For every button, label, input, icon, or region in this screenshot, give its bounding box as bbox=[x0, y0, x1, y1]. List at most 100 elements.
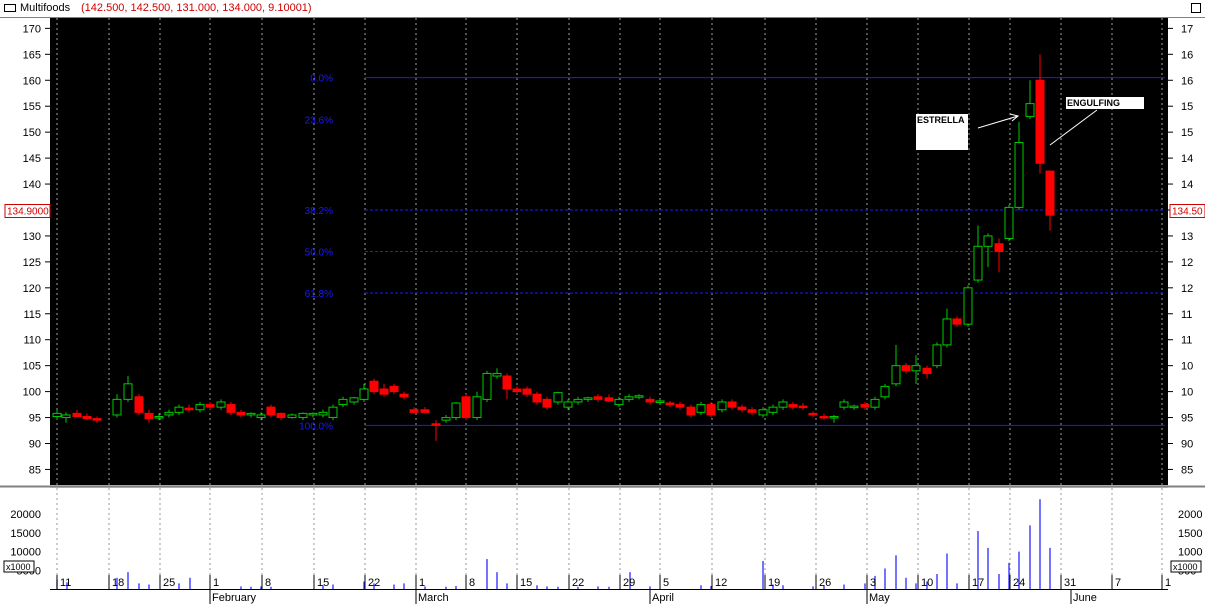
candle-body-12 bbox=[184, 407, 194, 411]
candle-body-57 bbox=[645, 398, 655, 403]
candle-body-4 bbox=[92, 418, 102, 421]
day-tick-label-4: 8 bbox=[265, 577, 271, 589]
candle-body-88 bbox=[963, 287, 973, 325]
candle-body-71 bbox=[788, 404, 798, 408]
candle-body-38 bbox=[451, 402, 461, 419]
price-tick-right-3: 10 bbox=[1181, 387, 1193, 399]
candle-body-91 bbox=[994, 243, 1004, 252]
annotation-engulfing: ENGULFING bbox=[1067, 98, 1120, 108]
price-tick-left-17: 170 bbox=[23, 23, 41, 35]
day-tick-label-0: 11 bbox=[60, 577, 71, 589]
price-tick-left-6: 115 bbox=[23, 309, 41, 321]
symbol-name: Multifoods bbox=[20, 2, 71, 14]
price-tick-left-2: 95 bbox=[29, 413, 41, 425]
price-tick-left-12: 145 bbox=[23, 153, 41, 165]
candle-body-16 bbox=[226, 404, 236, 413]
day-tick-label-17: 10 bbox=[921, 577, 933, 589]
candle-body-92 bbox=[1004, 206, 1014, 240]
day-tick-label-12: 5 bbox=[663, 577, 669, 589]
price-tick-right-16: 16 bbox=[1181, 49, 1193, 61]
candle-body-77 bbox=[849, 405, 859, 409]
candle-body-62 bbox=[696, 404, 706, 413]
price-tick-left-1: 90 bbox=[29, 438, 41, 450]
candle-body-52 bbox=[593, 396, 603, 400]
candle-body-83 bbox=[911, 365, 921, 372]
candle-body-59 bbox=[665, 402, 675, 406]
candle-body-14 bbox=[205, 404, 215, 408]
month-tick-label-4: June bbox=[1073, 592, 1097, 604]
candle-body-1 bbox=[61, 414, 71, 419]
fib-label-1: 23.6% bbox=[305, 116, 333, 127]
candle-body-34 bbox=[409, 409, 419, 413]
price-tick-left-8: 125 bbox=[23, 257, 41, 269]
candle-body-15 bbox=[216, 401, 226, 408]
volume-tick-left-0: 20000 bbox=[10, 509, 41, 521]
day-tick-label-14: 19 bbox=[768, 577, 780, 589]
price-tick-right-1: 90 bbox=[1181, 438, 1193, 450]
day-tick-label-20: 31 bbox=[1064, 577, 1076, 589]
day-tick-label-11: 29 bbox=[623, 577, 635, 589]
candle-body-30 bbox=[369, 380, 379, 393]
candle-body-84 bbox=[922, 367, 932, 374]
candle-body-58 bbox=[655, 400, 665, 403]
candle-body-96 bbox=[1045, 170, 1055, 216]
candle-body-37 bbox=[441, 417, 451, 421]
price-tick-right-12: 14 bbox=[1181, 153, 1193, 165]
day-tick-label-7: 1 bbox=[419, 577, 425, 589]
candle-body-44 bbox=[512, 388, 522, 393]
candle-body-63 bbox=[706, 404, 716, 416]
candle-body-65 bbox=[727, 401, 737, 408]
candle-body-5 bbox=[112, 398, 122, 416]
candle-body-6 bbox=[123, 383, 133, 400]
candle-body-78 bbox=[860, 404, 870, 408]
price-tick-right-9: 13 bbox=[1181, 231, 1193, 243]
stock-chart[interactable]: 0.0%23.6%38.2%50.0%61.8%100.0% 85 8590 909… bbox=[0, 18, 1205, 604]
fib-label-5: 100.0% bbox=[299, 421, 333, 432]
candle-body-2 bbox=[72, 412, 82, 418]
candle-body-90 bbox=[983, 235, 993, 247]
day-tick-label-13: 12 bbox=[715, 577, 727, 589]
candle-body-66 bbox=[737, 406, 747, 411]
candle-body-56 bbox=[634, 395, 644, 398]
day-tick-label-21: 7 bbox=[1115, 577, 1121, 589]
day-tick-label-19: 24 bbox=[1013, 577, 1025, 589]
candle-body-95 bbox=[1035, 79, 1045, 164]
chart-window-icon[interactable] bbox=[4, 4, 16, 12]
day-tick-label-18: 17 bbox=[972, 577, 984, 589]
month-tick-label-0: February bbox=[212, 592, 257, 604]
ohlc-readout: (142.500, 142.500, 131.000, 134.000, 9.1… bbox=[81, 2, 312, 14]
candle-body-22 bbox=[287, 414, 297, 419]
price-tick-right-13: 15 bbox=[1181, 127, 1193, 139]
price-tick-right-5: 11 bbox=[1181, 335, 1192, 347]
price-tick-right-8: 12 bbox=[1181, 257, 1193, 269]
candle-body-3 bbox=[82, 416, 92, 420]
candle-body-48 bbox=[553, 392, 563, 403]
price-tick-right-11: 14 bbox=[1181, 179, 1193, 191]
candle-body-74 bbox=[819, 416, 829, 419]
candle-body-18 bbox=[246, 412, 256, 416]
price-tick-right-4: 10 bbox=[1181, 361, 1193, 373]
candle-body-7 bbox=[134, 396, 144, 413]
price-tick-left-15: 160 bbox=[23, 75, 41, 87]
candle-body-67 bbox=[747, 409, 757, 413]
price-tick-right-6: 11 bbox=[1181, 309, 1192, 321]
fib-label-3: 50.0% bbox=[305, 248, 333, 259]
candle-body-89 bbox=[973, 245, 983, 281]
candle-body-9 bbox=[154, 416, 164, 419]
candle-body-11 bbox=[174, 406, 184, 413]
candle-body-32 bbox=[389, 385, 399, 393]
candle-body-17 bbox=[236, 411, 246, 416]
maximize-icon[interactable] bbox=[1191, 3, 1201, 13]
month-tick-label-1: March bbox=[418, 592, 449, 604]
day-tick-label-5: 15 bbox=[317, 577, 329, 589]
volume-plot-area bbox=[50, 488, 1168, 575]
candle-body-64 bbox=[717, 401, 727, 411]
candle-body-68 bbox=[758, 409, 768, 416]
candle-body-13 bbox=[195, 404, 205, 411]
price-tick-left-4: 105 bbox=[23, 361, 41, 373]
candle-body-28 bbox=[349, 397, 359, 403]
price-tick-left-9: 130 bbox=[23, 231, 41, 243]
day-tick-label-16: 3 bbox=[870, 577, 876, 589]
volume-tick-right-2: 1000 bbox=[1178, 547, 1202, 559]
candle-body-53 bbox=[604, 397, 614, 402]
